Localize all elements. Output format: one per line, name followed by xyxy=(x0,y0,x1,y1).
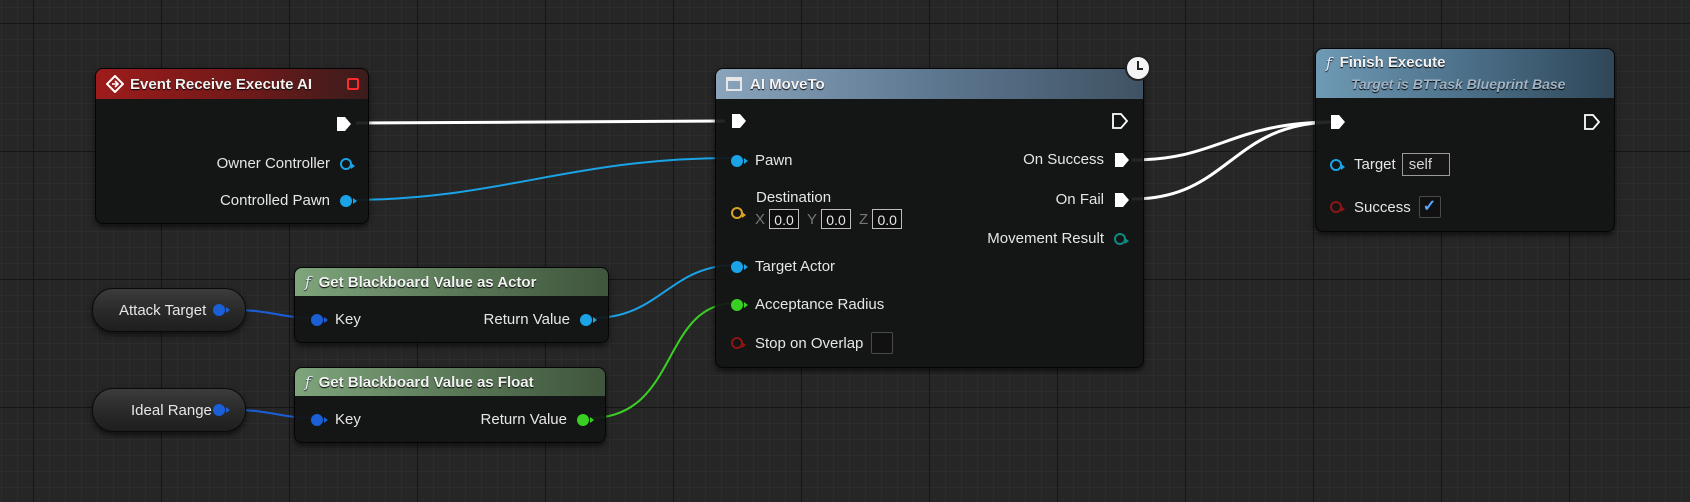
exec-wire-event-to-moveto xyxy=(355,119,726,125)
movement-result-pin[interactable] xyxy=(1114,232,1129,245)
destination-pin[interactable] xyxy=(731,207,746,219)
finish-target-field[interactable]: self xyxy=(1401,153,1450,176)
bb-float-return-pin[interactable] xyxy=(577,413,594,426)
bb-float-key-row: Key xyxy=(311,411,361,428)
finish-exec-in-pin[interactable] xyxy=(1330,114,1346,130)
finish-success-checkbox[interactable] xyxy=(1418,196,1441,218)
movement-result-label: Movement Result xyxy=(987,230,1104,247)
get-blackboard-value-as-actor-node[interactable]: f Get Blackboard Value as Actor Key Retu… xyxy=(294,267,609,343)
function-icon: f xyxy=(305,373,311,391)
controlled-pawn-label: Controlled Pawn xyxy=(219,192,330,209)
finish-exec-out-pin[interactable] xyxy=(1584,114,1600,130)
event-diamond-icon xyxy=(106,75,124,93)
on-fail-label: On Fail xyxy=(1055,191,1104,208)
destination-x-field[interactable]: 0.0 xyxy=(769,209,800,229)
get-blackboard-value-as-float-node[interactable]: f Get Blackboard Value as Float Key Retu… xyxy=(294,367,606,443)
bb-actor-key-pin[interactable] xyxy=(311,313,328,326)
bb-actor-key-row: Key xyxy=(311,311,361,328)
owner-controller-pin[interactable] xyxy=(340,157,355,170)
bb-float-return-row: Return Value xyxy=(480,411,594,428)
stop-on-overlap-label: Stop on Overlap xyxy=(755,334,864,352)
moveto-node-header[interactable]: AI MoveTo xyxy=(716,69,1143,99)
function-icon: f xyxy=(305,273,311,291)
ideal-range-label: Ideal Range xyxy=(131,401,212,419)
on-fail-exec-pin[interactable] xyxy=(1114,192,1130,208)
attack-target-variable-node[interactable]: Attack Target xyxy=(92,288,246,332)
acceptance-radius-label: Acceptance Radius xyxy=(755,296,885,313)
finish-node-subtitle: Target is BTTask Blueprint Base xyxy=(1351,76,1566,92)
pawn-row: Pawn xyxy=(731,152,793,169)
exec-wire-on-success-to-finish xyxy=(1131,120,1336,162)
finish-success-label: Success xyxy=(1354,198,1411,216)
finish-execute-node[interactable]: f Finish Execute Target is BTTask Bluepr… xyxy=(1315,48,1615,232)
bb-actor-key-label: Key xyxy=(335,311,361,328)
stop-on-overlap-row: Stop on Overlap xyxy=(731,332,894,354)
owner-controller-label: Owner Controller xyxy=(216,155,330,172)
finish-target-label: Target xyxy=(1354,156,1396,173)
finish-success-row: Success xyxy=(1330,196,1441,218)
event-node-header[interactable]: Event Receive Execute AI xyxy=(96,69,368,99)
acceptance-radius-row: Acceptance Radius xyxy=(731,296,884,313)
moveto-node-title: AI MoveTo xyxy=(750,75,825,93)
latent-node-icon xyxy=(726,77,742,91)
bb-actor-node-title: Get Blackboard Value as Actor xyxy=(318,273,537,291)
ai-moveto-node[interactable]: AI MoveTo Pawn Destination X 0.0 Y 0.0 Z… xyxy=(715,68,1144,368)
exec-wire-on-fail-to-finish xyxy=(1131,120,1336,201)
latent-clock-icon xyxy=(1125,55,1151,81)
finish-target-pin[interactable] xyxy=(1330,158,1345,171)
stop-on-overlap-checkbox[interactable] xyxy=(871,332,894,354)
target-actor-row: Target Actor xyxy=(731,258,835,275)
finish-node-header[interactable]: f Finish Execute Target is BTTask Bluepr… xyxy=(1316,49,1614,98)
target-actor-pin[interactable] xyxy=(731,260,748,273)
stop-on-overlap-pin[interactable] xyxy=(731,337,746,349)
on-fail-row: On Fail xyxy=(1056,191,1130,208)
destination-vector-row: X 0.0 Y 0.0 Z 0.0 xyxy=(747,209,903,229)
bb-actor-return-label: Return Value xyxy=(483,311,570,328)
movement-result-row: Movement Result xyxy=(987,230,1129,247)
bb-float-key-label: Key xyxy=(335,411,361,428)
attack-target-out-pin[interactable] xyxy=(213,304,230,316)
destination-y-field[interactable]: 0.0 xyxy=(821,209,852,229)
bb-actor-node-header[interactable]: f Get Blackboard Value as Actor xyxy=(295,268,608,296)
event-node-title: Event Receive Execute AI xyxy=(130,75,313,93)
bb-float-node-header[interactable]: f Get Blackboard Value as Float xyxy=(295,368,605,396)
on-success-label: On Success xyxy=(1023,151,1104,168)
finish-node-title: Finish Execute xyxy=(1339,54,1446,71)
owner-controller-row: Owner Controller xyxy=(216,155,355,172)
stop-square-icon xyxy=(347,78,359,90)
bb-actor-return-row: Return Value xyxy=(483,311,597,328)
controlled-pawn-row: Controlled Pawn xyxy=(219,192,357,209)
target-actor-label: Target Actor xyxy=(755,258,836,275)
controlled-pawn-pin[interactable] xyxy=(340,194,357,207)
event-exec-out-pin[interactable] xyxy=(336,116,352,132)
pawn-pin[interactable] xyxy=(731,154,748,167)
on-success-exec-pin[interactable] xyxy=(1114,152,1130,168)
ideal-range-out-pin[interactable] xyxy=(213,404,230,416)
destination-z-label: Z xyxy=(859,210,869,228)
function-icon: f xyxy=(1326,54,1332,72)
destination-z-field[interactable]: 0.0 xyxy=(872,209,903,229)
wire-controlled-pawn-to-pawn xyxy=(348,157,733,201)
bb-float-key-pin[interactable] xyxy=(311,413,328,426)
destination-label: Destination xyxy=(756,189,832,206)
destination-x-label: X xyxy=(755,210,766,228)
destination-label-row: Destination xyxy=(756,189,831,206)
bb-float-node-title: Get Blackboard Value as Float xyxy=(318,373,534,391)
bb-float-return-label: Return Value xyxy=(480,411,567,428)
acceptance-radius-pin[interactable] xyxy=(731,298,748,311)
attack-target-label: Attack Target xyxy=(119,301,207,319)
pawn-label: Pawn xyxy=(755,152,793,169)
finish-success-pin[interactable] xyxy=(1330,201,1345,213)
on-success-row: On Success xyxy=(1023,151,1130,168)
destination-y-label: Y xyxy=(807,210,818,228)
moveto-exec-in-pin[interactable] xyxy=(731,113,747,129)
moveto-exec-out-pin[interactable] xyxy=(1112,113,1128,129)
ideal-range-variable-node[interactable]: Ideal Range xyxy=(92,388,246,432)
event-receive-execute-ai-node[interactable]: Event Receive Execute AI Owner Controlle… xyxy=(95,68,369,224)
finish-target-row: Target self xyxy=(1330,153,1450,176)
bb-actor-return-pin[interactable] xyxy=(580,313,597,326)
